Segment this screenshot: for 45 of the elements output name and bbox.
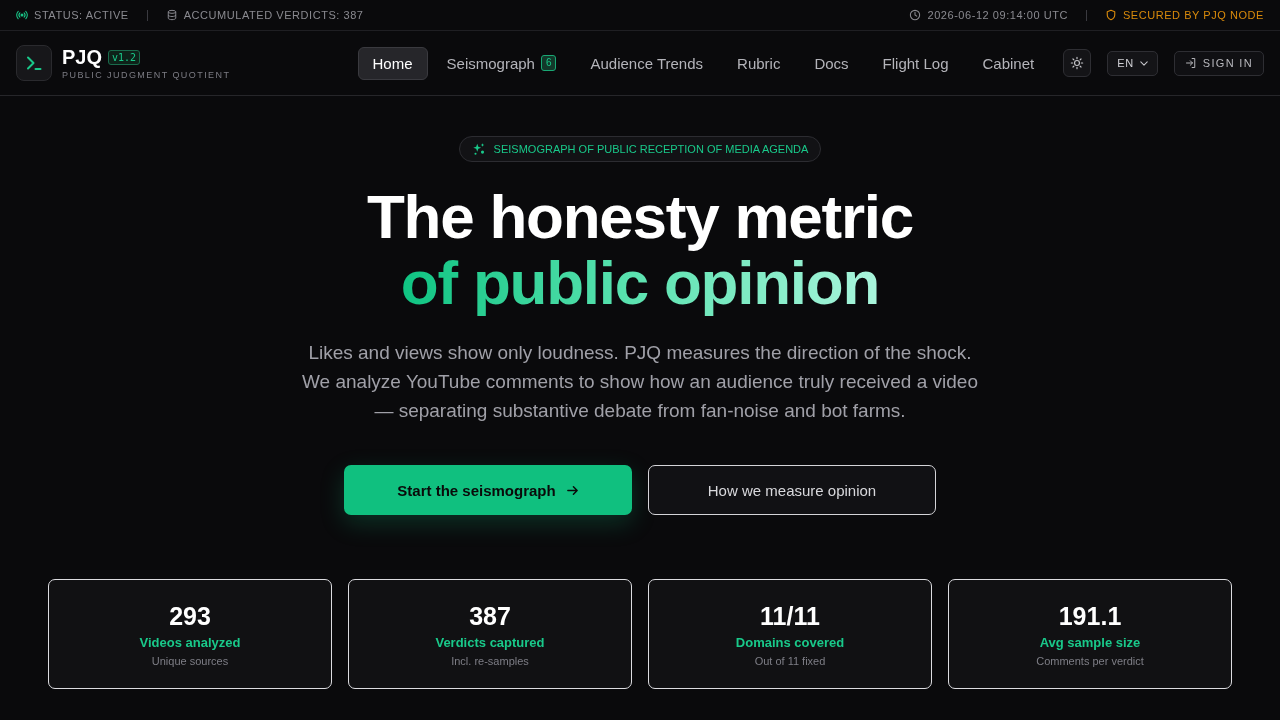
security-text: SECURED BY PJQ NODE [1122,9,1264,21]
stat-note: Incl. re-samples [451,653,529,668]
stat-value: 11/11 [760,600,820,631]
nav-link[interactable]: Audience Trends [575,46,719,80]
timestamp-text: 2026-06-12 09:14:00 UTC [927,9,1068,21]
sun-icon [1070,56,1085,70]
brand-tagline: PUBLIC JUDGMENT QUOTIENT [62,70,231,80]
stat-label: Domains covered [735,634,845,651]
stat-label: Verdicts captured [435,634,545,651]
nav-link[interactable]: Seismograph 6 [431,46,572,80]
sign-in-icon [1184,57,1197,69]
start-button[interactable]: Start the seismograph [344,465,632,515]
sign-in-button[interactable]: SIGN IN [1173,50,1264,76]
nav-link[interactable]: Flight Log [867,46,964,80]
nav-link[interactable]: Docs [799,46,864,80]
clock-icon [909,9,922,21]
hero-title: The honesty metric [366,184,914,250]
nav-link[interactable]: Rubric [722,46,796,80]
language-dropdown[interactable]: EN [1107,50,1158,76]
learn-more-button[interactable]: How we measure opinion [648,465,936,515]
stat-label: Videos analyzed [139,634,241,651]
verdicts-count-text: ACCUMULATED VERDICTS: 387 [183,9,364,21]
stat-label: Avg sample size [1039,634,1141,651]
arrow-right-icon [565,483,579,497]
tagline-text: SEISMOGRAPH OF PUBLIC RECEPTION OF MEDIA AGENDA [493,143,809,155]
broadcast-icon [16,9,28,21]
stat-value: 191.1 [1058,600,1122,631]
stat-value: 293 [169,600,211,631]
hero-description: Likes and views show only loudness. PJQ measures the direction of the shock. We analyze YouTube comments to show how an audience truly received a video — separating substantive debate from fan-noise and bot farms. [301,341,979,423]
stat-note: Out of 11 fixed [754,653,826,668]
status-text: STATUS: ACTIVE [34,9,129,21]
terminal-icon [16,45,52,81]
brand-name: PJQ [62,46,103,68]
stat-note: Unique sources [151,653,229,668]
stat-note: Comments per verdict [1036,653,1144,668]
database-icon [165,9,178,21]
nav-link[interactable]: Home [357,46,428,80]
nav-link[interactable]: Cabinet [967,46,1050,80]
sparkle-icon [471,142,486,156]
chevron-down-icon [1139,60,1148,66]
version-badge: v1.2 [108,49,141,65]
count-badge: 6 [540,55,557,71]
theme-toggle-button[interactable] [1063,49,1092,77]
stat-value: 387 [469,600,511,631]
shield-icon [1104,9,1117,21]
